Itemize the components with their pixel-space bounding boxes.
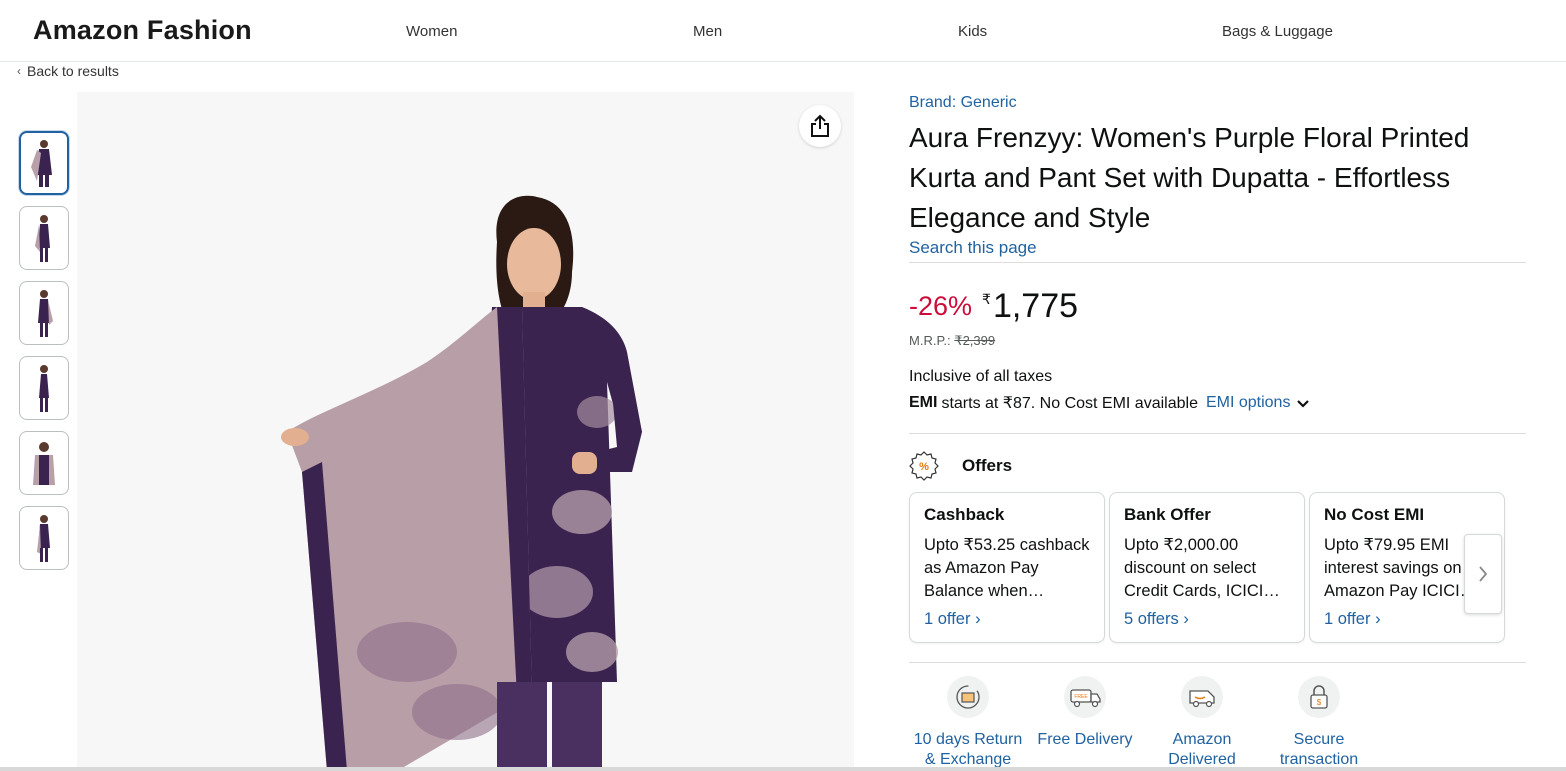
svg-text:FREE: FREE (1074, 694, 1088, 700)
free-delivery-truck-icon: FREE (1064, 676, 1106, 718)
chevron-right-icon (1479, 566, 1488, 582)
back-to-results-label: Back to results (27, 63, 119, 79)
offers-heading: Offers (962, 456, 1013, 475)
offer-count-link[interactable]: 5 offers › (1124, 610, 1290, 629)
nav-bags-luggage[interactable]: Bags & Luggage (1222, 23, 1333, 40)
model-wearing-kurta-set-image (281, 195, 642, 771)
image-thumbnails (19, 131, 71, 581)
thumbnail-2[interactable] (19, 206, 69, 270)
offers-next-button[interactable] (1464, 534, 1502, 614)
search-this-page-link[interactable]: Search this page (909, 238, 1037, 258)
offer-description: Upto ₹53.25 cashback as Amazon Pay Balan… (924, 536, 1090, 600)
emi-options-link[interactable]: EMI options (1206, 394, 1290, 412)
thumbnail-5[interactable] (19, 431, 69, 495)
top-navigation-bar: Amazon Fashion Women Men Kids Bags & Lug… (0, 0, 1566, 62)
mrp-label: M.R.P.: (909, 333, 951, 348)
feature-label: Amazon Delivered (1168, 731, 1236, 768)
emi-text: starts at ₹87. No Cost EMI available (941, 395, 1198, 412)
chevron-down-icon[interactable] (1296, 399, 1310, 409)
currency-symbol: ₹ (982, 291, 991, 307)
feature-free-delivery[interactable]: FREE Free Delivery (1025, 676, 1145, 750)
svg-text:%: % (919, 461, 929, 473)
nav-men[interactable]: Men (693, 23, 722, 40)
offer-title: Cashback (924, 505, 1005, 524)
nav-women[interactable]: Women (406, 23, 457, 40)
nav-kids[interactable]: Kids (958, 23, 987, 40)
discount-percentage: -26% (909, 291, 973, 321)
svg-text:$: $ (1317, 698, 1322, 707)
amazon-van-icon (1181, 676, 1223, 718)
share-icon (811, 114, 829, 137)
price-value: 1,775 (992, 287, 1079, 325)
thumbnail-4[interactable] (19, 356, 69, 420)
thumbnail-model-image (31, 140, 52, 187)
feature-label: Free Delivery (1037, 731, 1133, 748)
price-row: -26% ₹ 1,775 (909, 286, 1078, 326)
product-title: Aura Frenzyy: Women's Purple Floral Prin… (909, 122, 1470, 233)
divider (909, 262, 1526, 263)
emi-label: EMI (909, 394, 938, 411)
chevron-left-icon: ‹ (17, 64, 21, 78)
brand-link[interactable]: Brand: Generic (909, 94, 1017, 112)
padlock-icon: $ (1298, 676, 1340, 718)
offer-badge-icon: % (909, 451, 939, 481)
offer-count-link[interactable]: 1 offer › (924, 610, 1090, 629)
thumbnail-3[interactable] (19, 281, 69, 345)
divider (909, 662, 1526, 663)
feature-secure-transaction[interactable]: $ Secure transaction (1259, 676, 1379, 770)
offer-card-cashback[interactable]: Cashback Upto ₹53.25 cashback as Amazon … (909, 492, 1105, 643)
divider (909, 433, 1526, 434)
offer-title: No Cost EMI (1324, 505, 1425, 524)
thumbnail-model-image (35, 215, 50, 262)
thumbnail-6[interactable] (19, 506, 69, 570)
offer-card-bank-offer[interactable]: Bank Offer Upto ₹2,000.00 discount on se… (1109, 492, 1305, 643)
main-product-image[interactable] (77, 92, 854, 771)
thumbnail-model-image (38, 290, 53, 337)
emi-info: EMI starts at ₹87. No Cost EMI available… (909, 393, 1310, 413)
thumbnail-model-image (37, 515, 50, 562)
share-button[interactable] (799, 105, 841, 147)
mrp: M.R.P.: ₹2,399 (909, 333, 995, 349)
feature-label: Secure transaction (1279, 731, 1359, 768)
page-bottom-edge (0, 767, 1566, 771)
thumbnail-model-image (39, 365, 49, 412)
feature-amazon-delivered[interactable]: Amazon Delivered (1142, 676, 1262, 770)
feature-label: 10 days Return & Exchange (913, 731, 1023, 768)
return-box-icon (947, 676, 989, 718)
offer-description: Upto ₹2,000.00 discount on select Credit… (1124, 536, 1280, 600)
thumbnail-model-image (33, 442, 55, 485)
amazon-fashion-logo[interactable]: Amazon Fashion (33, 15, 252, 46)
offers-header: % Offers (909, 451, 1012, 481)
thumbnail-1[interactable] (19, 131, 69, 195)
taxes-note: Inclusive of all taxes (909, 368, 1053, 385)
back-to-results-link[interactable]: ‹ Back to results (17, 63, 119, 79)
offer-title: Bank Offer (1124, 505, 1211, 524)
mrp-value: ₹2,399 (954, 333, 996, 348)
feature-return-exchange[interactable]: 10 days Return & Exchange (908, 676, 1028, 770)
